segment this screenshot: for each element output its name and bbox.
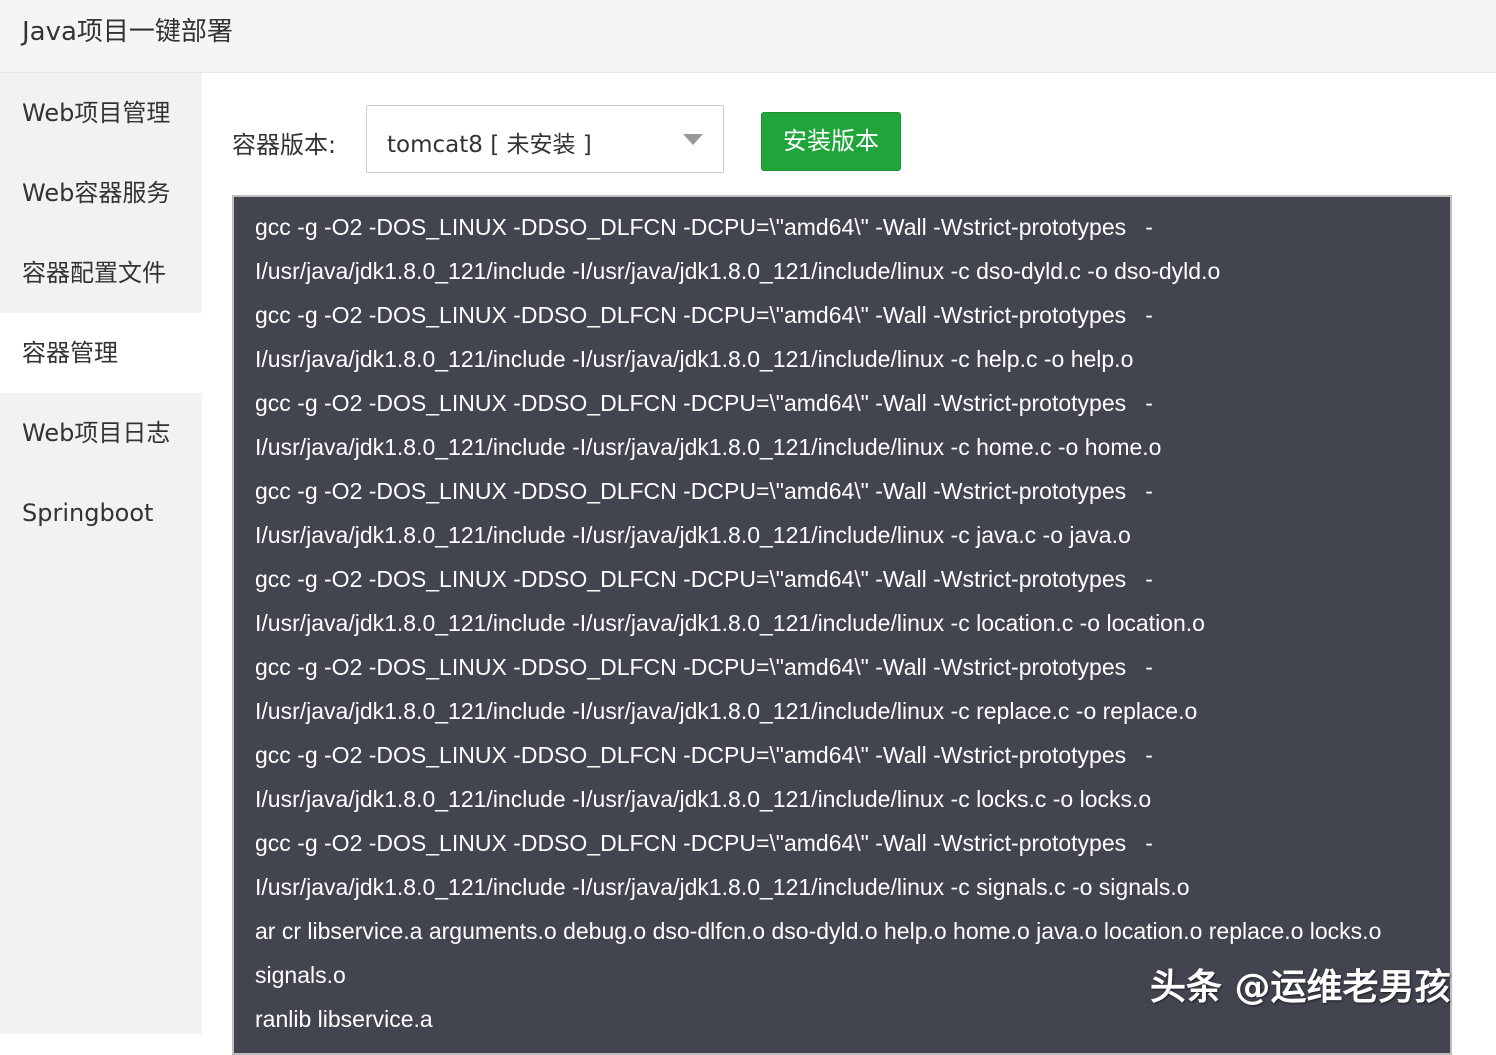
console-line: I/usr/java/jdk1.8.0_121/include -I/usr/j…	[255, 786, 1152, 812]
sidebar-item-container-config-file[interactable]: 容器配置文件	[0, 233, 202, 313]
console-line: ar cr libservice.a arguments.o debug.o d…	[255, 918, 1382, 944]
console-line: ranlib libservice.a	[255, 1006, 433, 1032]
main-panel: 容器版本: tomcat8 [ 未安装 ] 安装版本 gcc -g -O2 -D…	[202, 73, 1496, 1055]
console-line: I/usr/java/jdk1.8.0_121/include -I/usr/j…	[255, 434, 1162, 460]
container-version-label: 容器版本:	[232, 131, 337, 159]
console-line: gcc -g -O2 -DOS_LINUX -DDSO_DLFCN -DCPU=…	[255, 654, 1153, 680]
sidebar-item-web-project-log[interactable]: Web项目日志	[0, 393, 202, 473]
sidebar-item-springboot[interactable]: Springboot	[0, 473, 202, 553]
console-line: gcc -g -O2 -DOS_LINUX -DDSO_DLFCN -DCPU=…	[255, 302, 1153, 328]
console-line: gcc -g -O2 -DOS_LINUX -DDSO_DLFCN -DCPU=…	[255, 390, 1153, 416]
title-bar: Java项目一键部署	[0, 0, 1496, 73]
chevron-down-icon	[683, 134, 703, 145]
sidebar-item-web-project-management[interactable]: Web项目管理	[0, 73, 202, 153]
console-line: I/usr/java/jdk1.8.0_121/include -I/usr/j…	[255, 610, 1205, 636]
console-line: signals.o	[255, 962, 346, 988]
console-line: I/usr/java/jdk1.8.0_121/include -I/usr/j…	[255, 346, 1134, 372]
app-title: Java项目一键部署	[22, 17, 233, 47]
console-line: gcc -g -O2 -DOS_LINUX -DDSO_DLFCN -DCPU=…	[255, 830, 1153, 856]
console-output[interactable]: gcc -g -O2 -DOS_LINUX -DDSO_DLFCN -DCPU=…	[232, 195, 1452, 1055]
sidebar-item-container-management[interactable]: 容器管理	[0, 313, 202, 393]
install-version-button[interactable]: 安装版本	[761, 112, 901, 171]
container-version-value: tomcat8 [ 未安装 ]	[387, 132, 592, 158]
sidebar-item-web-container-service[interactable]: Web容器服务	[0, 153, 202, 233]
console-line: I/usr/java/jdk1.8.0_121/include -I/usr/j…	[255, 522, 1131, 548]
sidebar: Web项目管理 Web容器服务 容器配置文件 容器管理 Web项目日志 Spri…	[0, 73, 202, 1034]
console-line: gcc -g -O2 -DOS_LINUX -DDSO_DLFCN -DCPU=…	[255, 566, 1153, 592]
console-line: gcc -g -O2 -DOS_LINUX -DDSO_DLFCN -DCPU=…	[255, 214, 1153, 240]
container-version-select[interactable]: tomcat8 [ 未安装 ]	[366, 105, 724, 173]
watermark: 头条 @运维老男孩	[1150, 967, 1451, 1008]
console-line: gcc -g -O2 -DOS_LINUX -DDSO_DLFCN -DCPU=…	[255, 742, 1153, 768]
console-line: I/usr/java/jdk1.8.0_121/include -I/usr/j…	[255, 874, 1190, 900]
console-line: I/usr/java/jdk1.8.0_121/include -I/usr/j…	[255, 698, 1198, 724]
console-line: I/usr/java/jdk1.8.0_121/include -I/usr/j…	[255, 258, 1221, 284]
console-line: gcc -g -O2 -DOS_LINUX -DDSO_DLFCN -DCPU=…	[255, 478, 1153, 504]
